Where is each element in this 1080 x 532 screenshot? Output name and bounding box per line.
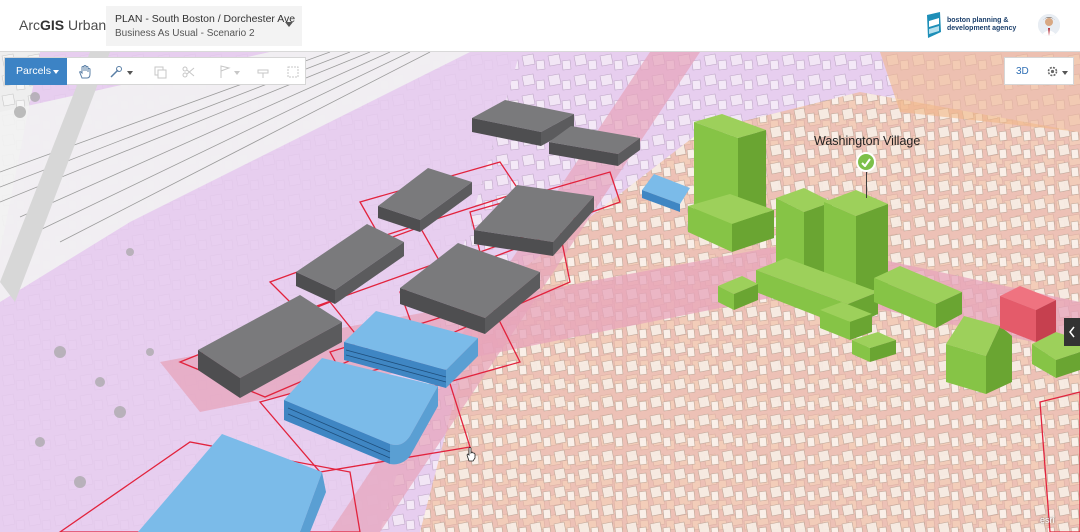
place-label: Washington Village (814, 134, 921, 148)
app-title-suffix: Urban (64, 17, 107, 33)
chevron-down-icon[interactable] (234, 71, 240, 75)
scissors-icon[interactable] (181, 64, 197, 80)
app-title-prefix: Arc (19, 17, 40, 33)
app-title[interactable]: ArcGIS Urban (19, 17, 106, 33)
view-3d-toggle[interactable]: 3D (1016, 66, 1029, 77)
agency-logo: boston planning & development agency (926, 12, 1030, 40)
view-controls: 3D (1004, 57, 1074, 85)
hand-icon[interactable] (77, 64, 93, 80)
edit-toolbar: Parcels (4, 57, 306, 85)
stamp-icon[interactable] (255, 64, 271, 80)
parcels-dropdown-button[interactable]: Parcels (5, 58, 67, 85)
chevron-down-icon[interactable] (127, 71, 133, 75)
check-icon[interactable] (856, 152, 876, 172)
panel-collapse-tab[interactable] (1064, 318, 1080, 346)
esri-attribution: esri (1040, 515, 1055, 525)
copy-icon[interactable] (152, 64, 168, 80)
flag-icon[interactable] (217, 64, 233, 80)
wand-icon[interactable] (108, 64, 124, 80)
chevron-down-icon[interactable] (1062, 71, 1068, 75)
agency-name: boston planning & development agency (947, 17, 1017, 32)
plan-selector[interactable]: PLAN - South Boston / Dorchester Ave Bus… (106, 6, 302, 46)
chevron-left-icon (1069, 326, 1075, 338)
gear-icon[interactable] (1046, 65, 1059, 78)
select-icon[interactable] (285, 64, 301, 80)
app-title-bold: GIS (40, 17, 65, 33)
label-leader-line (866, 172, 867, 198)
plan-name: PLAN - South Boston / Dorchester Ave (115, 13, 296, 25)
scene-view[interactable] (0, 52, 1080, 532)
hand-pointer-icon (466, 447, 476, 462)
avatar-image (1038, 14, 1060, 36)
scene-canvas[interactable] (0, 52, 1080, 532)
chevron-down-icon[interactable] (285, 22, 293, 27)
user-avatar[interactable] (1038, 14, 1060, 36)
app-header: ArcGIS Urban PLAN - South Boston / Dorch… (0, 0, 1080, 52)
scenario-name: Business As Usual - Scenario 2 (115, 28, 255, 39)
parcels-label: Parcels (16, 65, 52, 77)
agency-logo-icon (927, 12, 941, 38)
chevron-down-icon (53, 70, 59, 74)
